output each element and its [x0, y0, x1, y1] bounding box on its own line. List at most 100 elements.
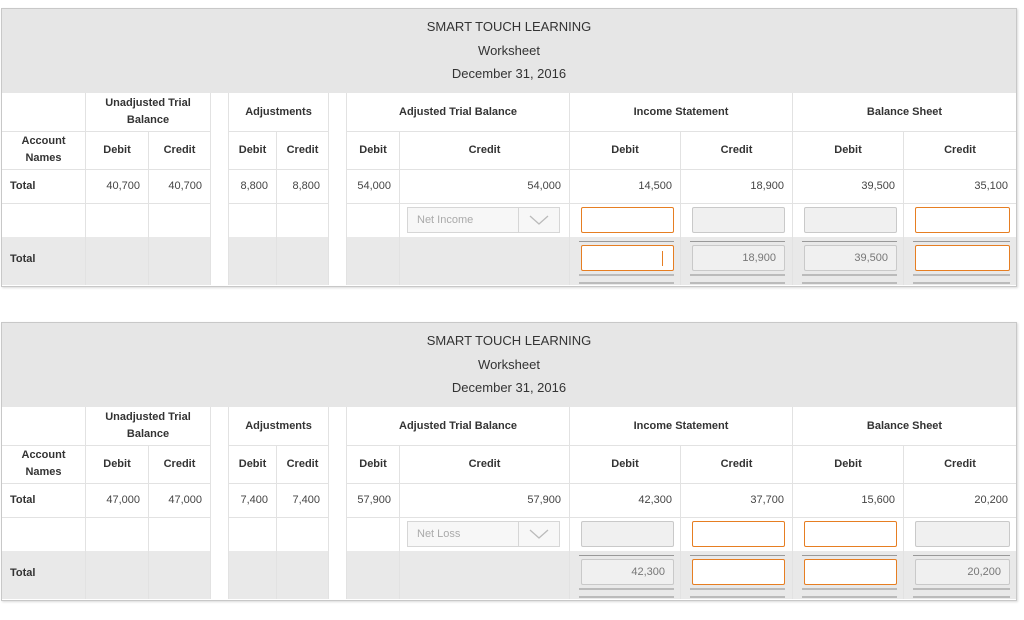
chevron-down-icon [518, 522, 559, 546]
col-bs-credit: Credit [944, 457, 976, 470]
bs-credit-value: 20,200 [974, 494, 1008, 506]
bs-credit-value: 35,100 [974, 180, 1008, 192]
adj-debit-value: 7,400 [229, 483, 277, 517]
net-result-dropdown[interactable]: Net Income [407, 207, 560, 233]
atb-debit-value: 54,000 [347, 169, 400, 203]
net-income-row: Net Income [2, 203, 1016, 238]
final-is-debit-input[interactable] [581, 245, 674, 271]
bs-credit-input[interactable] [915, 521, 1010, 547]
company-name: SMART TOUCH LEARNING [426, 19, 592, 34]
adj-credit-value: 7,400 [277, 483, 329, 517]
row-label-final-total: Total [2, 551, 86, 599]
adj-debit-value: 8,800 [229, 169, 277, 203]
row-label-total: Total [2, 483, 86, 517]
bs-debit-input[interactable] [804, 521, 897, 547]
unadj-debit-value: 47,000 [86, 483, 149, 517]
double-underline [913, 274, 1010, 284]
chevron-down-icon [518, 208, 559, 232]
final-is-credit-input[interactable]: 18,900 [692, 245, 785, 271]
col-bs-debit: Debit [793, 445, 904, 483]
worksheet-2: SMART TOUCH LEARNING Worksheet December … [1, 322, 1017, 601]
section-adjustments: Adjustments [229, 407, 329, 445]
unadj-debit-value: 40,700 [86, 169, 149, 203]
double-underline [913, 588, 1010, 598]
double-underline [579, 588, 674, 598]
col-account-names: Account Names [2, 131, 86, 169]
col-atb-debit: Debit [347, 131, 400, 169]
is-debit-value: 14,500 [570, 169, 681, 203]
final-total-row: Total 18,900 39,500 [2, 237, 1016, 285]
unadj-credit-value: 40,700 [149, 169, 211, 203]
section-adjusted: Adjusted Trial Balance [347, 93, 570, 131]
col-atb-credit: Credit [400, 131, 570, 169]
net-loss-row: Net Loss [2, 517, 1016, 552]
col-atb-credit: Credit [400, 445, 570, 483]
section-unadjusted: Unadjusted Trial Balance [86, 407, 211, 445]
section-income-statement: Income Statement [570, 407, 793, 445]
double-underline [690, 588, 785, 598]
col-is-debit: Debit [570, 445, 681, 483]
col-adj-credit: Credit [277, 131, 329, 169]
bs-debit-value: 15,600 [793, 483, 904, 517]
double-underline [802, 588, 897, 598]
col-unadj-debit: Debit [86, 445, 149, 483]
is-debit-value: 42,300 [570, 483, 681, 517]
col-adj-debit: Debit [229, 445, 277, 483]
adj-credit-value: 8,800 [277, 169, 329, 203]
bs-debit-input[interactable] [804, 207, 897, 233]
col-bs-credit: Credit [944, 143, 976, 156]
worksheet-title: Worksheet [478, 356, 540, 372]
table-row: Total 40,700 40,700 8,800 8,800 54,000 5… [2, 169, 1016, 204]
col-is-credit: Credit [681, 131, 793, 169]
col-unadj-debit: Debit [86, 131, 149, 169]
section-adjustments: Adjustments [229, 93, 329, 131]
text-cursor [662, 251, 663, 266]
col-adj-debit: Debit [229, 131, 277, 169]
double-underline [802, 274, 897, 284]
final-is-debit-input[interactable]: 42,300 [581, 559, 674, 585]
col-bs-debit: Debit [793, 131, 904, 169]
col-is-credit: Credit [681, 445, 793, 483]
net-result-dropdown[interactable]: Net Loss [407, 521, 560, 547]
bs-credit-input[interactable] [915, 207, 1010, 233]
is-debit-input[interactable] [581, 521, 674, 547]
section-header-row: Unadjusted Trial Balance Adjustments Adj… [2, 407, 1016, 446]
col-unadj-credit: Credit [149, 131, 211, 169]
worksheet-date: December 31, 2016 [451, 380, 567, 395]
is-credit-input[interactable] [692, 207, 785, 233]
row-label-total: Total [2, 169, 86, 203]
final-bs-debit-input[interactable] [804, 559, 897, 585]
worksheet-header: SMART TOUCH LEARNING Worksheet December … [2, 323, 1016, 407]
section-balance-sheet: Balance Sheet [866, 419, 943, 432]
atb-debit-value: 57,900 [347, 483, 400, 517]
col-atb-debit: Debit [347, 445, 400, 483]
company-name: SMART TOUCH LEARNING [426, 333, 592, 348]
section-balance-sheet: Balance Sheet [866, 105, 943, 118]
section-header-row: Unadjusted Trial Balance Adjustments Adj… [2, 93, 1016, 132]
final-bs-credit-input[interactable]: 20,200 [915, 559, 1010, 585]
col-adj-credit: Credit [277, 445, 329, 483]
section-income-statement: Income Statement [570, 93, 793, 131]
table-row: Total 47,000 47,000 7,400 7,400 57,900 5… [2, 483, 1016, 518]
col-is-debit: Debit [570, 131, 681, 169]
col-unadj-credit: Credit [149, 445, 211, 483]
final-bs-credit-input[interactable] [915, 245, 1010, 271]
final-bs-debit-input[interactable]: 39,500 [804, 245, 897, 271]
worksheet-1: SMART TOUCH LEARNING Worksheet December … [1, 8, 1017, 287]
worksheet-title: Worksheet [478, 42, 540, 58]
worksheet-header: SMART TOUCH LEARNING Worksheet December … [2, 9, 1016, 93]
dropdown-placeholder: Net Loss [417, 528, 461, 540]
dropdown-placeholder: Net Income [417, 214, 474, 226]
final-total-row: Total 42,300 20,200 [2, 551, 1016, 599]
is-credit-value: 18,900 [681, 169, 793, 203]
is-credit-value: 37,700 [681, 483, 793, 517]
col-account-names: Account Names [2, 445, 86, 483]
final-is-credit-input[interactable] [692, 559, 785, 585]
atb-credit-value: 54,000 [400, 169, 570, 203]
section-unadjusted: Unadjusted Trial Balance [86, 93, 211, 131]
is-debit-input[interactable] [581, 207, 674, 233]
column-header-row: Account Names Debit Credit Debit Credit … [2, 445, 1016, 484]
atb-credit-value: 57,900 [400, 483, 570, 517]
is-credit-input[interactable] [692, 521, 785, 547]
row-label-final-total: Total [2, 237, 86, 285]
